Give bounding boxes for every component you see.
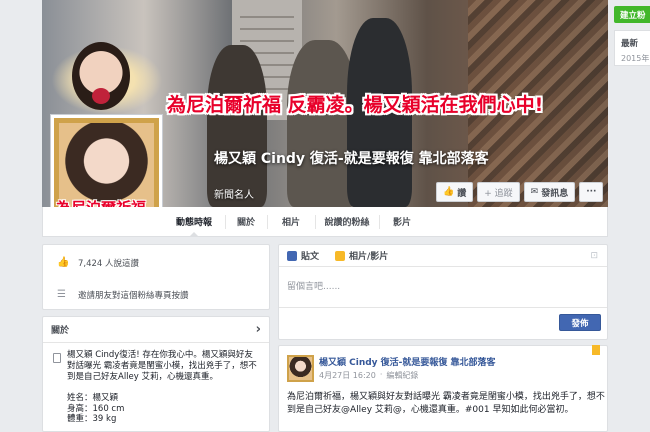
tab-about[interactable]: 關於: [225, 207, 267, 236]
globe-icon: ·: [379, 370, 383, 379]
bookmark-icon: [592, 345, 600, 355]
about-header[interactable]: 關於 ›: [43, 317, 269, 343]
composer-input[interactable]: 留個言吧......: [279, 267, 607, 307]
invite-friends-row[interactable]: ☰ 邀請朋友對這個粉絲專頁按讚: [57, 289, 189, 302]
message-button[interactable]: ✉ 發訊息: [523, 182, 576, 202]
document-icon: [53, 353, 61, 363]
follow-button[interactable]: + 追蹤: [477, 182, 520, 202]
about-description: 楊又穎 Cindy復活! 存在你我心中。楊又穎與好友對話曝光 霸凌者竟是閨蜜小模…: [67, 350, 257, 382]
composer-footer: 發佈: [279, 307, 607, 338]
likes-box: 👍 7,424 人說這讚 ☰ 邀請朋友對這個粉絲專頁按讚: [42, 244, 270, 310]
about-box: 關於 › 楊又穎 Cindy復活! 存在你我心中。楊又穎與好友對話曝光 霸凌者竟…: [42, 316, 270, 432]
like-button[interactable]: 👍 讚: [436, 182, 474, 202]
about-facts: 姓名：楊又穎 身高：160 cm 體重：39 kg: [67, 393, 261, 425]
post-meta: 4月27日 16:20 · 編輯紀錄: [319, 370, 418, 381]
chevron-right-icon: ›: [255, 322, 261, 337]
fact-weight: 體重：39 kg: [67, 414, 117, 424]
about-body: 楊又穎 Cindy復活! 存在你我心中。楊又穎與好友對話曝光 霸凌者竟是閨蜜小模…: [43, 343, 269, 425]
post-button[interactable]: 發佈: [559, 314, 601, 331]
composer-tab-post[interactable]: 貼文: [287, 249, 319, 262]
post-edited[interactable]: 編輯紀錄: [386, 370, 418, 381]
timeline-post: 楊又穎 Cindy 復活-就是要報復 靠北部落客 4月27日 16:20 · 編…: [278, 345, 608, 432]
recent-title[interactable]: 最新: [621, 37, 638, 49]
tab-videos[interactable]: 影片: [379, 207, 425, 236]
cover-person: [207, 45, 267, 207]
cover-banner-text: 為尼泊爾祈福 反霸凌。楊又穎活在我們心中!: [167, 94, 544, 116]
cover-action-buttons: 👍 讚 + 追蹤 ✉ 發訊息 ···: [436, 182, 604, 202]
page-tabs: 動態時報 關於 相片 說讚的粉絲 影片: [42, 207, 608, 237]
photo-icon: [335, 250, 346, 261]
create-page-button[interactable]: 建立粉: [614, 6, 650, 23]
fact-height: 身高：160 cm: [67, 403, 125, 414]
post-date[interactable]: 4月27日 16:20: [319, 370, 376, 381]
pin-icon: ⊡: [590, 251, 598, 261]
like-count-row[interactable]: 👍 7,424 人說這讚: [57, 257, 140, 270]
more-button[interactable]: ···: [579, 182, 604, 202]
tab-timeline[interactable]: 動態時報: [163, 207, 225, 237]
thumbs-up-icon: 👍: [443, 187, 455, 197]
like-count: 7,424 人說這讚: [78, 259, 140, 269]
thumbs-up-icon: 👍: [57, 257, 70, 268]
pencil-icon: [287, 250, 297, 261]
page-category[interactable]: 新聞名人: [214, 186, 254, 201]
page-title[interactable]: 楊又穎 Cindy 復活-就是要報復 靠北部落客: [214, 150, 504, 169]
recent-year[interactable]: 2015年: [621, 53, 649, 64]
chat-icon: ✉: [530, 187, 539, 197]
avatar[interactable]: [287, 355, 314, 382]
composer-tab-photo[interactable]: 相片/影片: [335, 249, 388, 262]
invite-text: 邀請朋友對這個粉絲專頁按讚: [78, 291, 189, 301]
composer-tabs: 貼文 相片/影片: [279, 245, 607, 267]
fact-name: 姓名：楊又穎: [67, 393, 119, 403]
post-author[interactable]: 楊又穎 Cindy 復活-就是要報復 靠北部落客: [319, 355, 496, 368]
post-body: 為尼泊爾祈福，楊又穎與好友對話曝光 霸凌者竟是閨蜜小模，找出兇手了，想不到是自己…: [287, 392, 605, 415]
post-composer: 貼文 相片/影片 ⊡ 留個言吧...... 發佈: [278, 244, 608, 340]
facebook-page: 為尼泊爾祈福 反霸凌。楊又穎活在我們心中! 楊又穎 Cindy 復活-就是要報復…: [0, 0, 650, 432]
about-heading: 關於: [51, 326, 70, 336]
tab-photos[interactable]: 相片: [267, 207, 315, 236]
invite-icon: ☰: [57, 289, 66, 300]
tab-likes[interactable]: 說讚的粉絲: [315, 207, 379, 236]
rose-icon: [92, 88, 110, 104]
